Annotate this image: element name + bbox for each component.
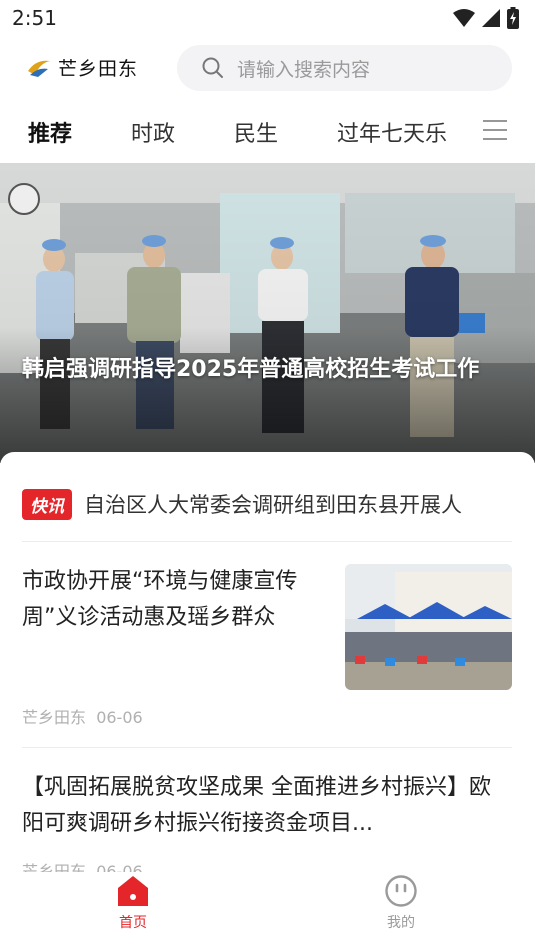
news-list: 快讯 自治区人大常委会调研组到田东县开展人 市政协开展“环境与健康宣传周”义诊活… [0,452,535,872]
app-header: 芒乡田东 请输入搜索内容 [0,36,535,102]
hero-image [0,163,535,463]
flash-badge: 快讯 [22,488,72,520]
home-icon [118,876,148,906]
logo-text: 芒乡田东 [58,58,139,80]
wifi-icon [453,9,475,27]
news-date: 06-06 [96,862,143,872]
tab-new-year[interactable]: 过年七天乐 [337,116,447,148]
app-logo: 芒乡田东 [26,54,138,81]
search-placeholder: 请输入搜索内容 [237,58,371,81]
nav-home[interactable]: 首页 [83,874,183,932]
nav-mine[interactable]: 我的 [351,874,451,932]
flash-news[interactable]: 快讯 自治区人大常委会调研组到田东县开展人 [22,486,535,522]
bottom-nav: 首页 我的 [0,872,535,951]
news-source: 芒乡田东 [22,862,87,872]
search-input[interactable]: 请输入搜索内容 [177,45,512,91]
status-icons [453,7,519,29]
news-title: 【巩固拓展脱贫攻坚成果 全面推进乡村振兴】欧阳可爽调研乡村振兴衔接资金项目... [22,775,491,836]
nav-mine-label: 我的 [387,915,415,931]
status-time: 2:51 [12,6,57,30]
logo-mark-icon [28,60,50,77]
status-bar: 2:51 [0,0,535,36]
news-thumbnail [345,564,512,690]
signal-icon [482,9,500,27]
tab-politics[interactable]: 时政 [131,116,175,148]
flash-text: 自治区人大常委会调研组到田东县开展人 [84,493,462,517]
divider [22,541,512,542]
news-source: 芒乡田东 [22,708,87,727]
category-tabs: 推荐 时政 民生 过年七天乐 [0,104,535,160]
battery-icon [507,7,519,29]
menu-icon[interactable] [481,116,509,144]
tab-livelihood[interactable]: 民生 [234,116,278,148]
tab-recommend[interactable]: 推荐 [28,116,72,148]
hero-banner[interactable]: 韩启强调研指导2025年普通高校招生考试工作 [0,163,535,463]
nav-home-label: 首页 [119,915,147,931]
news-title: 市政协开展“环境与健康宣传周”义诊活动惠及瑶乡群众 [22,569,298,630]
hero-title: 韩启强调研指导2025年普通高校招生考试工作 [22,357,480,382]
divider [22,747,512,748]
search-icon [202,57,223,78]
news-meta: 芒乡田东 06-06 [22,858,143,872]
news-meta: 芒乡田东 06-06 [22,704,143,728]
news-date: 06-06 [96,708,143,727]
profile-face-icon [385,875,417,907]
